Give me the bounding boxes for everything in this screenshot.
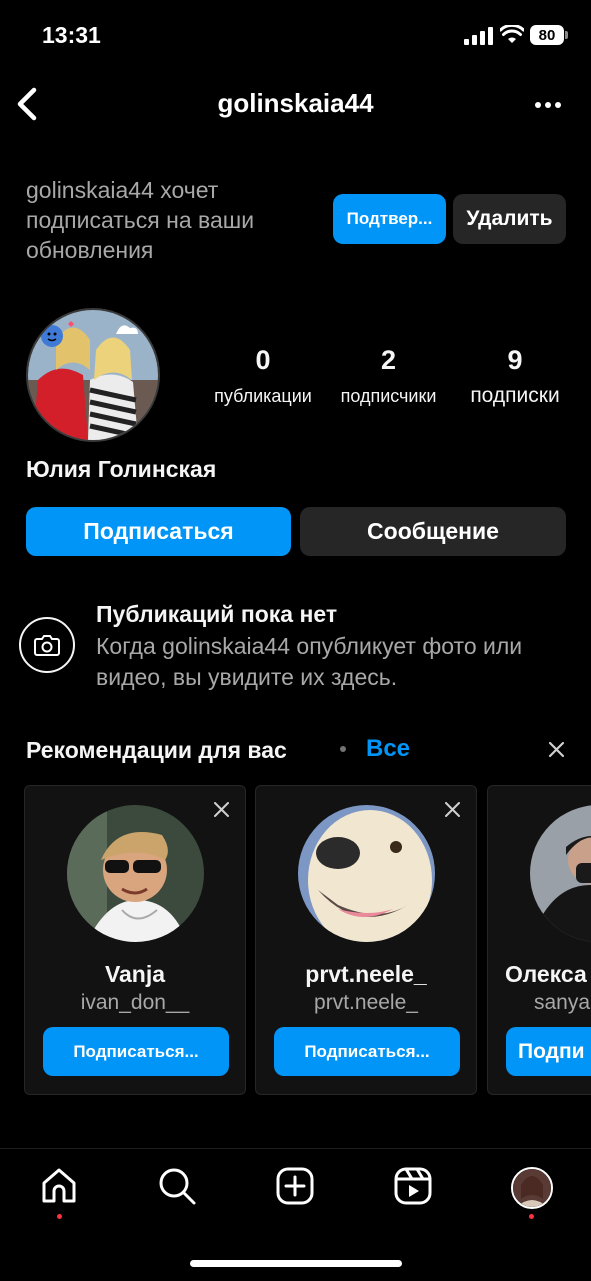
profile-avatar[interactable] bbox=[26, 308, 160, 442]
see-all-link[interactable]: Все bbox=[366, 735, 410, 763]
suggestion-avatar[interactable] bbox=[67, 805, 204, 942]
stat-label: подписки bbox=[470, 384, 560, 407]
delete-request-button[interactable]: Удалить bbox=[453, 194, 566, 244]
suggestion-username: prvt.neele_ bbox=[314, 991, 418, 1014]
confirm-request-button[interactable]: Подтвер... bbox=[333, 194, 446, 244]
close-icon[interactable] bbox=[214, 802, 229, 817]
follow-request-text: golinskaia44 хочет подписаться на ваши о… bbox=[26, 177, 255, 263]
stat-label: подписчики bbox=[340, 386, 437, 406]
separator-dot bbox=[340, 746, 346, 752]
message-button[interactable]: Сообщение bbox=[300, 507, 566, 556]
close-icon[interactable] bbox=[548, 741, 565, 758]
close-icon[interactable] bbox=[445, 802, 460, 817]
create-icon[interactable] bbox=[275, 1166, 315, 1206]
empty-posts-title: Публикаций пока нет bbox=[96, 601, 338, 627]
suggestion-follow-button[interactable]: Подписаться... bbox=[43, 1027, 229, 1076]
profile-tab-avatar[interactable] bbox=[511, 1167, 553, 1209]
suggestion-name: prvt.neele_ bbox=[305, 961, 427, 987]
suggestion-follow-button[interactable]: Подпи bbox=[506, 1027, 591, 1076]
battery-tip bbox=[565, 31, 568, 39]
page-title: golinskaia44 bbox=[217, 88, 374, 118]
stat-value: 2 bbox=[380, 345, 397, 375]
stat-label: публикации bbox=[214, 386, 312, 406]
suggestion-avatar[interactable] bbox=[530, 805, 591, 942]
stat-following[interactable]: 9 подписки bbox=[458, 345, 572, 408]
search-icon[interactable] bbox=[157, 1166, 197, 1206]
reels-icon[interactable] bbox=[393, 1166, 433, 1206]
notification-dot bbox=[529, 1214, 534, 1219]
home-indicator bbox=[190, 1260, 402, 1267]
more-options-icon[interactable] bbox=[534, 101, 562, 109]
stat-posts[interactable]: 0 публикации bbox=[208, 345, 318, 407]
suggestion-name: Олекса bbox=[505, 961, 587, 987]
suggestion-name: Vanja bbox=[104, 961, 166, 987]
suggestion-card[interactable]: prvt.neele_ prvt.neele_ Подписаться... bbox=[255, 785, 477, 1095]
suggestion-follow-button[interactable]: Подписаться... bbox=[274, 1027, 460, 1076]
suggestion-username: sanya bbox=[534, 991, 591, 1014]
camera-icon bbox=[19, 617, 75, 673]
battery-indicator: 80 bbox=[530, 25, 564, 45]
recommendations-title: Рекомендации для вас bbox=[26, 737, 287, 763]
suggestion-card[interactable]: Олекса sanya Подпи bbox=[487, 785, 591, 1095]
suggestion-card[interactable]: Vanja ivan_don__ Подписаться... bbox=[24, 785, 246, 1095]
suggestion-avatar[interactable] bbox=[298, 805, 435, 942]
status-time: 13:31 bbox=[42, 22, 101, 48]
stat-value: 0 bbox=[255, 345, 271, 375]
profile-full-name: Юлия Голинская bbox=[26, 456, 217, 482]
cellular-signal-icon bbox=[464, 27, 493, 45]
notification-dot bbox=[57, 1214, 62, 1219]
home-icon[interactable] bbox=[39, 1166, 79, 1206]
stat-value: 9 bbox=[507, 345, 523, 375]
empty-posts-subtitle: Когда golinskaia44 опубликует фото или в… bbox=[96, 633, 523, 690]
follow-button[interactable]: Подписаться bbox=[26, 507, 291, 556]
wifi-icon bbox=[500, 25, 524, 43]
suggestion-username: ivan_don__ bbox=[80, 991, 190, 1014]
stat-followers[interactable]: 2 подписчики bbox=[332, 345, 445, 407]
